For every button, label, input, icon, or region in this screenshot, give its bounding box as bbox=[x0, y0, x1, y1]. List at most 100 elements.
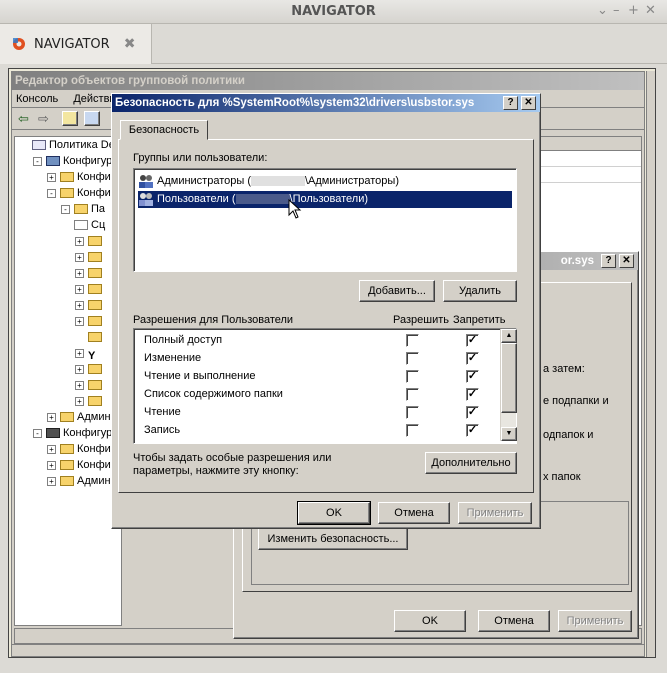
deny-checkbox[interactable]: ✓ bbox=[466, 352, 479, 365]
collapse-icon[interactable]: - bbox=[33, 156, 42, 166]
close-button[interactable]: ✕ bbox=[619, 254, 634, 268]
tree-item[interactable]: + bbox=[75, 281, 105, 297]
properties-text: а затем: bbox=[543, 363, 585, 375]
menu-console[interactable]: Консоль bbox=[16, 93, 58, 105]
expand-icon[interactable]: + bbox=[75, 380, 84, 390]
tree-item[interactable]: + Конфи bbox=[47, 457, 111, 473]
users-list[interactable]: Администраторы (\Администраторы) Пользов… bbox=[133, 168, 517, 272]
expand-icon[interactable]: + bbox=[75, 236, 84, 246]
help-button[interactable]: ? bbox=[503, 96, 518, 110]
collapse-icon[interactable]: - bbox=[33, 428, 42, 438]
tree-item[interactable] bbox=[75, 329, 105, 345]
permissions-list: Полный доступ ✓ Изменение ✓ Чтение и выполне… bbox=[133, 328, 517, 444]
tree-item[interactable]: + bbox=[75, 393, 105, 409]
tree-item[interactable]: + bbox=[75, 313, 105, 329]
apply-button[interactable]: Применить bbox=[458, 502, 532, 524]
collapse-icon[interactable]: - bbox=[61, 204, 70, 214]
expand-icon[interactable]: + bbox=[47, 444, 56, 454]
show-tree-icon[interactable] bbox=[84, 111, 100, 126]
tree-pane: Политика Default-Конфигурация+Конфиг-Кон… bbox=[14, 136, 122, 626]
expand-icon[interactable]: + bbox=[75, 252, 84, 262]
tree-item[interactable]: + bbox=[75, 297, 105, 313]
tree-item[interactable]: + bbox=[75, 265, 105, 281]
allow-checkbox[interactable] bbox=[406, 424, 419, 437]
allow-checkbox[interactable] bbox=[406, 370, 419, 383]
folder-icon bbox=[88, 364, 102, 375]
up-folder-icon[interactable] bbox=[62, 111, 78, 126]
expand-icon[interactable]: + bbox=[75, 268, 84, 278]
deny-checkbox[interactable]: ✓ bbox=[466, 388, 479, 401]
maximize-icon[interactable]: + bbox=[628, 3, 639, 18]
gpedit-titlebar: Редактор объектов групповой политики bbox=[12, 72, 644, 90]
deny-checkbox[interactable]: ✓ bbox=[466, 424, 479, 437]
expand-icon[interactable]: + bbox=[75, 300, 84, 310]
status-bar bbox=[12, 644, 644, 656]
chevron-down-icon[interactable]: ⌄ bbox=[597, 3, 608, 18]
close-icon[interactable]: ✕ bbox=[645, 3, 656, 18]
expand-icon[interactable]: + bbox=[75, 284, 84, 294]
close-button[interactable]: ✕ bbox=[521, 96, 536, 110]
list-item[interactable]: Администраторы (\Администраторы) bbox=[138, 173, 399, 190]
tree-item[interactable]: + Конфиг bbox=[47, 169, 115, 185]
list-row[interactable] bbox=[537, 151, 641, 167]
advanced-button[interactable]: Дополнительно bbox=[425, 452, 517, 474]
scroll-thumb[interactable] bbox=[501, 343, 517, 413]
tree-item[interactable]: + bbox=[75, 361, 105, 377]
scroll-up-icon[interactable]: ▲ bbox=[501, 329, 517, 343]
tree-item[interactable]: + Админ bbox=[47, 409, 111, 425]
tree-item[interactable]: + Админ bbox=[47, 473, 111, 489]
list-item-selected[interactable]: Пользователи (\Пользователи) bbox=[137, 190, 513, 209]
tree-item[interactable]: Политика Default bbox=[19, 137, 121, 153]
tree-item[interactable]: + bbox=[75, 249, 105, 265]
ok-button[interactable]: OK bbox=[297, 501, 371, 525]
minimize-icon[interactable]: – bbox=[613, 3, 620, 18]
apply-button[interactable]: Применить bbox=[558, 610, 632, 632]
tree-item[interactable]: + bbox=[75, 377, 105, 393]
help-button[interactable]: ? bbox=[601, 254, 616, 268]
permissions-scrollbar[interactable]: ▲ ▼ bbox=[500, 329, 517, 441]
allow-checkbox[interactable] bbox=[406, 352, 419, 365]
tab-close-icon[interactable]: ✖ bbox=[124, 36, 136, 52]
cancel-button[interactable]: Отмена bbox=[478, 610, 550, 632]
expand-icon[interactable]: + bbox=[47, 172, 56, 182]
ok-button[interactable]: OK bbox=[394, 610, 466, 632]
allow-checkbox[interactable] bbox=[406, 388, 419, 401]
expand-icon[interactable]: + bbox=[75, 396, 84, 406]
deny-checkbox[interactable]: ✓ bbox=[466, 370, 479, 383]
add-button[interactable]: Добавить... bbox=[359, 280, 435, 302]
collapse-icon[interactable]: - bbox=[47, 188, 56, 198]
list-row[interactable] bbox=[537, 167, 641, 183]
tab-security[interactable]: Безопасность bbox=[120, 120, 208, 140]
remote-scrollbar[interactable] bbox=[646, 71, 655, 657]
deny-checkbox[interactable]: ✓ bbox=[466, 334, 479, 347]
allow-checkbox[interactable] bbox=[406, 406, 419, 419]
properties-text: е подпапки и bbox=[543, 395, 609, 407]
tree-item[interactable]: Сц bbox=[61, 217, 105, 233]
expand-icon[interactable]: + bbox=[47, 412, 56, 422]
folder-icon bbox=[60, 188, 74, 199]
tree-item[interactable]: - Па bbox=[61, 201, 105, 217]
tab-navigator[interactable]: NAVIGATOR ✖ bbox=[0, 24, 152, 64]
tree-item[interactable]: + bbox=[75, 233, 105, 249]
expand-icon[interactable]: + bbox=[47, 476, 56, 486]
forward-arrow-icon[interactable]: ⇨ bbox=[38, 111, 49, 127]
expand-icon[interactable]: + bbox=[47, 460, 56, 470]
tab-panel: Группы или пользователи: Администраторы … bbox=[118, 139, 534, 493]
tree-item[interactable]: - Конфигура bbox=[33, 425, 118, 441]
tree-item[interactable]: + Y bbox=[75, 345, 105, 362]
allow-checkbox[interactable] bbox=[406, 334, 419, 347]
permissions-label: Разрешения для Пользователи bbox=[133, 314, 294, 326]
scroll-down-icon[interactable]: ▼ bbox=[501, 427, 517, 441]
user-icon bbox=[46, 428, 60, 439]
change-security-button[interactable]: Изменить безопасность... bbox=[258, 528, 408, 550]
cancel-button[interactable]: Отмена bbox=[378, 502, 450, 524]
tree-item[interactable]: -Конфигурация bbox=[33, 153, 121, 169]
expand-icon[interactable]: + bbox=[75, 364, 84, 374]
remove-button[interactable]: Удалить bbox=[443, 280, 517, 302]
expand-icon[interactable]: + bbox=[75, 316, 84, 326]
expand-icon[interactable]: + bbox=[75, 348, 84, 358]
deny-checkbox[interactable]: ✓ bbox=[466, 406, 479, 419]
back-arrow-icon[interactable]: ⇦ bbox=[18, 111, 29, 127]
tree-item[interactable]: + Конфи bbox=[47, 441, 111, 457]
tree-item[interactable]: - Конфиг bbox=[47, 185, 115, 201]
